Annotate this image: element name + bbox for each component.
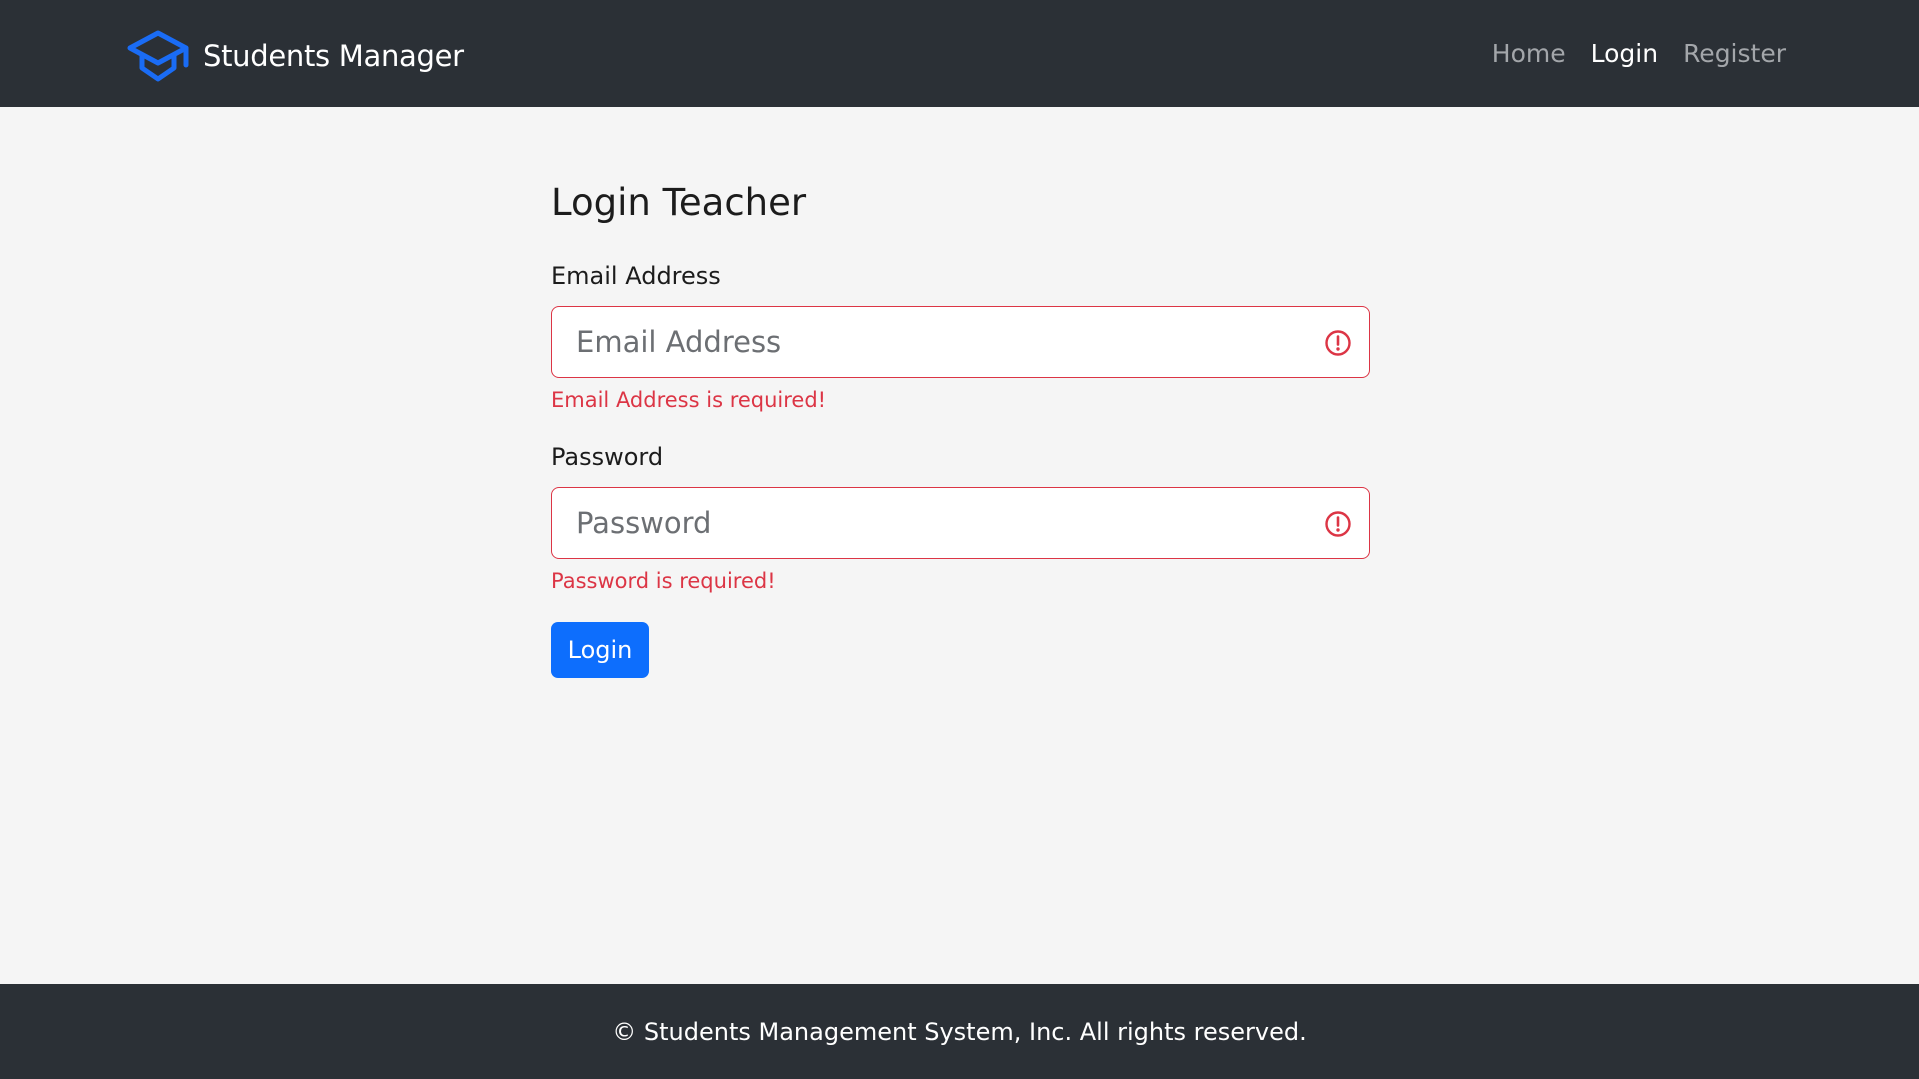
exclamation-circle-icon <box>1325 511 1351 537</box>
email-label: Email Address <box>551 262 721 290</box>
email-field-wrapper <box>551 306 1370 378</box>
page-title: Login Teacher <box>551 181 807 224</box>
email-error: Email Address is required! <box>551 388 827 412</box>
brand-link[interactable]: Students Manager <box>127 30 464 82</box>
password-field[interactable] <box>552 488 1369 558</box>
password-label: Password <box>551 443 664 471</box>
footer-copyright: © Students Management System, Inc. All r… <box>612 1017 1307 1046</box>
nav-links: Home Login Register <box>1467 32 1786 76</box>
brand-title: Students Manager <box>203 39 464 73</box>
password-field-wrapper <box>551 487 1370 559</box>
email-field[interactable] <box>552 307 1369 377</box>
exclamation-circle-icon <box>1325 330 1351 356</box>
nav-link-login[interactable]: Login <box>1591 32 1658 76</box>
login-button[interactable]: Login <box>551 622 649 678</box>
password-error: Password is required! <box>551 569 776 593</box>
navbar: Students Manager Home Login Register <box>0 0 1919 107</box>
nav-link-home[interactable]: Home <box>1492 32 1566 76</box>
nav-link-register[interactable]: Register <box>1683 32 1786 76</box>
footer: © Students Management System, Inc. All r… <box>0 984 1919 1079</box>
graduation-cap-icon <box>127 30 189 82</box>
